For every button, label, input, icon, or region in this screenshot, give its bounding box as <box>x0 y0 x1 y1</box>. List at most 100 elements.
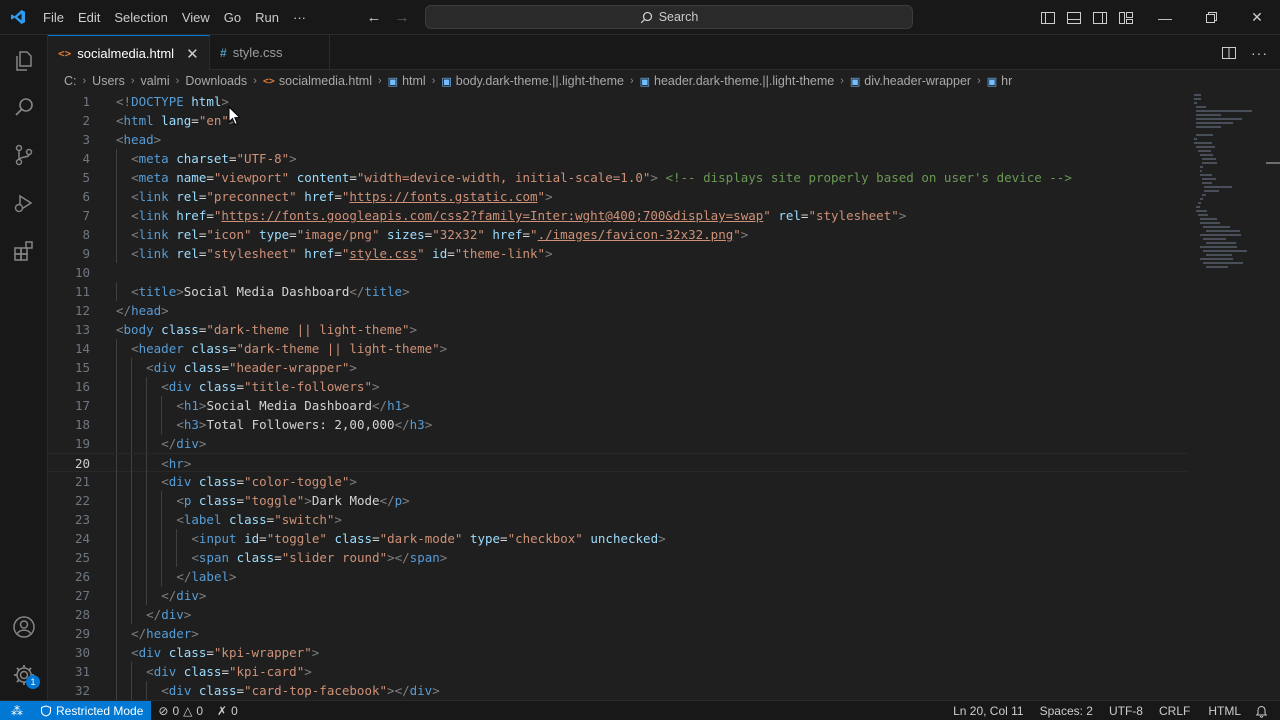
indent-guide <box>116 472 117 491</box>
code-line[interactable]: 17 <h1>Social Media Dashboard</h1> <box>48 396 1188 415</box>
toggle-panel-icon[interactable] <box>1066 10 1082 26</box>
code-token: > <box>545 246 553 261</box>
toggle-secondary-sidebar-icon[interactable] <box>1092 10 1108 26</box>
code-line[interactable]: 4 <meta charset="UTF-8"> <box>48 149 1188 168</box>
code-line[interactable]: 19 </div> <box>48 434 1188 453</box>
notifications-bell-icon[interactable] <box>1251 701 1280 720</box>
close-window-icon[interactable]: ✕ <box>1234 0 1280 35</box>
toggle-primary-sidebar-icon[interactable] <box>1040 10 1056 26</box>
indent-guide <box>116 434 117 453</box>
code-line[interactable]: 10 <box>48 263 1188 282</box>
end-of-line[interactable]: CRLF <box>1151 701 1198 720</box>
code-line[interactable]: 24 <input id="toggle" class="dark-mode" t… <box>48 529 1188 548</box>
breadcrumb-symbol-body[interactable]: ▣ body.dark-theme.||.light-theme <box>441 74 624 88</box>
indent-guide <box>131 434 133 453</box>
split-editor-icon[interactable] <box>1221 45 1237 61</box>
breadcrumb-file[interactable]: <> socialmedia.html <box>263 74 372 88</box>
menu-selection[interactable]: Selection <box>107 0 174 35</box>
code-text: </label> <box>176 567 236 586</box>
encoding[interactable]: UTF-8 <box>1101 701 1151 720</box>
code-line[interactable]: 20 <hr> <box>48 453 1188 473</box>
minimize-icon[interactable]: — <box>1142 0 1188 35</box>
source-control-icon[interactable] <box>12 143 36 167</box>
code-line[interactable]: 21 <div class="color-toggle"> <box>48 472 1188 491</box>
code-line[interactable]: 26 </label> <box>48 567 1188 586</box>
line-number: 2 <box>82 113 90 128</box>
tab-style-css[interactable]: # style.css <box>210 35 330 70</box>
tab-socialmedia-html[interactable]: <> socialmedia.html ✕ <box>48 35 210 71</box>
code-line[interactable]: 1 <!DOCTYPE html> <box>48 92 1188 111</box>
code-token: > <box>304 664 312 679</box>
remote-indicator-icon[interactable]: ⁂ <box>0 700 34 720</box>
code-line[interactable]: 3 <head> <box>48 130 1188 149</box>
restore-icon[interactable] <box>1188 0 1234 35</box>
explorer-icon[interactable] <box>12 49 36 73</box>
breadcrumb-valmi[interactable]: valmi <box>141 74 170 88</box>
breadcrumb-downloads[interactable]: Downloads <box>185 74 247 88</box>
code-line[interactable]: 27 </div> <box>48 586 1188 605</box>
code-line[interactable]: 13 <body class="dark-theme || light-theme… <box>48 320 1188 339</box>
breadcrumb-users[interactable]: Users <box>92 74 125 88</box>
menu-edit[interactable]: Edit <box>71 0 107 35</box>
breadcrumb-symbol-html[interactable]: ▣ html <box>388 74 426 88</box>
account-icon[interactable] <box>12 615 36 639</box>
breadcrumb-symbol-header[interactable]: ▣ header.dark-theme.||.light-theme <box>640 74 835 88</box>
menu-run[interactable]: Run <box>248 0 286 35</box>
minimap-line <box>1200 166 1203 168</box>
code-line[interactable]: 2 <html lang="en"> <box>48 111 1188 130</box>
code-line[interactable]: 9 <link rel="stylesheet" href="style.css"… <box>48 244 1188 263</box>
ports-indicator[interactable]: ✗ 0 <box>210 701 245 720</box>
code-line[interactable]: 30 <div class="kpi-wrapper"> <box>48 643 1188 662</box>
menu-view[interactable]: View <box>175 0 217 35</box>
indent-guide <box>116 358 117 377</box>
scrollbar-position-marker[interactable] <box>1266 162 1280 164</box>
minimap[interactable] <box>1190 92 1270 272</box>
language-mode[interactable]: HTML <box>1198 701 1251 720</box>
close-tab-icon[interactable]: ✕ <box>186 45 199 63</box>
code-token: < <box>161 683 169 698</box>
code-token: content <box>296 170 350 185</box>
code-token: div <box>168 379 192 394</box>
cursor-position[interactable]: Ln 20, Col 11 <box>945 701 1032 720</box>
code-line[interactable]: 12 </head> <box>48 301 1188 320</box>
code-token: > <box>658 531 666 546</box>
code-line[interactable]: 8 <link rel="icon" type="image/png" sizes… <box>48 225 1188 244</box>
indent-guide <box>131 567 133 586</box>
code-line[interactable]: 18 <h3>Total Followers: 2,00,000</h3> <box>48 415 1188 434</box>
menu-file[interactable]: File <box>36 0 71 35</box>
menu-more[interactable]: ··· <box>286 0 313 35</box>
line-number: 4 <box>82 151 90 166</box>
command-center-search[interactable]: Search <box>425 5 913 29</box>
customize-layout-icon[interactable] <box>1118 10 1134 26</box>
search-view-icon[interactable] <box>12 95 36 119</box>
restricted-mode-indicator[interactable]: Restricted Mode <box>34 700 152 720</box>
breadcrumb-symbol-hr[interactable]: ▣ hr <box>987 74 1013 88</box>
more-actions-icon[interactable]: ··· <box>1251 45 1268 61</box>
extensions-icon[interactable] <box>12 239 36 263</box>
minimap-line <box>1194 98 1202 100</box>
code-line[interactable]: 5 <meta name="viewport" content="width=de… <box>48 168 1188 187</box>
code-line[interactable]: 23 <label class="switch"> <box>48 510 1188 529</box>
forward-arrow-icon[interactable]: → <box>394 9 410 26</box>
back-arrow-icon[interactable]: ← <box>366 9 382 26</box>
code-line[interactable]: 22 <p class="toggle">Dark Mode</p> <box>48 491 1188 510</box>
code-line[interactable]: 14 <header class="dark-theme || light-the… <box>48 339 1188 358</box>
code-line[interactable]: 6 <link rel="preconnect" href="https://fo… <box>48 187 1188 206</box>
code-line[interactable]: 28 </div> <box>48 605 1188 624</box>
code-line[interactable]: 31 <div class="kpi-card"> <box>48 662 1188 681</box>
code-line[interactable]: 16 <div class="title-followers"> <box>48 377 1188 396</box>
code-line[interactable]: 7 <link href= "https://fonts.googleapis.co… <box>48 206 1188 225</box>
indentation[interactable]: Spaces: 2 <box>1032 701 1101 720</box>
code-editor[interactable]: 1 <!DOCTYPE html> 2 <html lang="en"> 3 <head>… <box>48 92 1280 700</box>
problems-indicator[interactable]: ⊘ 0 △ 0 <box>151 701 210 720</box>
code-line[interactable]: 15 <div class="header-wrapper"> <box>48 358 1188 377</box>
code-line[interactable]: 29 </header> <box>48 624 1188 643</box>
code-line[interactable]: 32 <div class="card-top-facebook"></div> <box>48 681 1188 700</box>
breadcrumb-symbol-div[interactable]: ▣ div.header-wrapper <box>850 74 971 88</box>
code-token: " <box>733 227 741 242</box>
run-debug-icon[interactable] <box>12 191 36 215</box>
code-line[interactable]: 11 <title>Social Media Dashboard</title> <box>48 282 1188 301</box>
menu-go[interactable]: Go <box>217 0 248 35</box>
code-line[interactable]: 25 <span class="slider round"></span> <box>48 548 1188 567</box>
breadcrumb-drive[interactable]: C: <box>64 74 77 88</box>
